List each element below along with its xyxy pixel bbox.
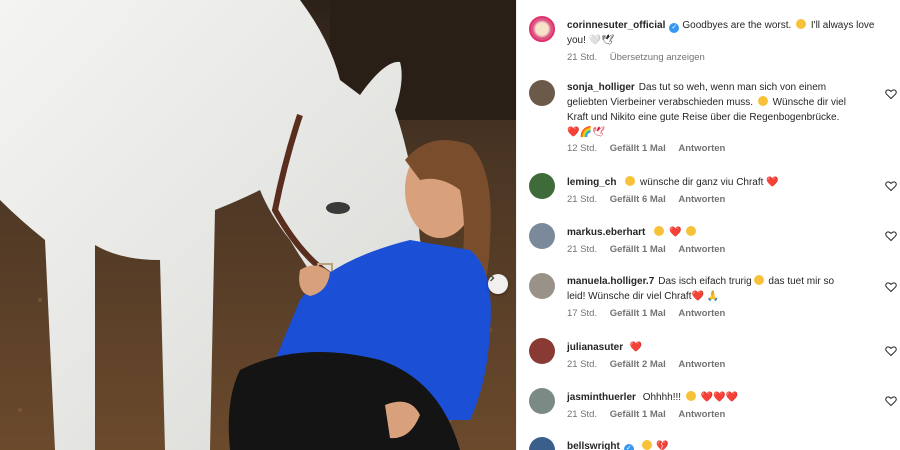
emoji-icon [641,440,652,450]
heart-icon[interactable] [885,88,897,100]
comment-emojis: ❤️🌈🕊 [567,127,605,138]
verified-badge-icon: ✓ [669,23,680,33]
comment-time: 12 Std. [567,143,598,154]
comment-text: Wünsche dir viel [772,97,846,108]
heart-icon[interactable] [885,395,897,407]
sad-face-emoji-icon [796,19,807,29]
reply-button[interactable]: Antworten [678,308,725,319]
comment-text: Kraft und Nikito eine gute Reise über di… [567,112,840,123]
comment-username[interactable]: julianasuter [567,342,623,353]
comment-username[interactable]: bellswright [567,441,620,450]
caption-text: Goodbyes are the worst. [682,20,792,31]
comment-username[interactable]: markus.eberhart [567,227,645,238]
avatar[interactable] [529,338,555,364]
emoji-icon [686,226,697,236]
comment-text: Ohhhh!!! [642,392,682,403]
caption-time: 21 Std. [567,52,598,63]
comment-likes[interactable]: Gefällt 2 Mal [610,359,666,370]
sad-face-emoji-icon [685,391,696,401]
comment-time: 17 Std. [567,308,598,319]
next-media-button[interactable] [488,274,508,294]
comment-text: leid! Wünsche dir viel Chraft❤️ 🙏 [567,291,720,302]
comment-time: 21 Std. [567,244,598,255]
comment-likes[interactable]: Gefällt 6 Mal [610,194,666,205]
comment-username[interactable]: manuela.holliger.7 [567,276,654,287]
avatar[interactable] [529,80,555,106]
avatar[interactable] [529,173,555,199]
comment-username[interactable]: sonja_holliger [567,82,635,93]
comment-text: das tuet mir so [768,276,835,287]
comment-text: ❤️ [668,227,682,238]
translate-link[interactable]: Übersetzung anzeigen [610,52,705,63]
sad-face-emoji-icon [753,275,764,285]
post-media[interactable] [0,0,516,450]
comment-emojis: ❤️❤️❤️ [700,392,738,403]
reply-button[interactable]: Antworten [678,194,725,205]
reply-button[interactable]: Antworten [678,143,725,154]
reply-button[interactable]: Antworten [678,359,725,370]
comment-text: Das isch eifach trurig [658,276,752,287]
comment-text: 💔 [656,441,669,450]
reply-button[interactable]: Antworten [678,409,725,420]
heart-icon[interactable] [885,281,897,293]
comment-text: geliebten Vierbeiner verabschieden muss. [567,97,754,108]
comment-likes[interactable]: Gefällt 1 Mal [610,244,666,255]
comment-text: Das tut so weh, wenn man sich von einem [638,82,827,93]
comment-likes[interactable]: Gefällt 1 Mal [610,143,666,154]
comment-time: 21 Std. [567,409,598,420]
comment-time: 21 Std. [567,359,598,370]
avatar[interactable] [529,223,555,249]
post-photo [0,0,516,450]
heart-icon[interactable] [885,230,897,242]
comment-username[interactable]: jasminthuerler [567,392,636,403]
comment-time: 21 Std. [567,194,598,205]
avatar[interactable] [529,388,555,414]
comment-text: wünsche dir ganz viu Chraft ❤️ [640,177,779,188]
avatar[interactable] [529,273,555,299]
verified-badge-icon: ✓ [623,444,634,450]
chevron-right-icon [490,274,495,282]
emoji-icon [654,226,665,236]
author-avatar[interactable] [529,16,555,42]
reply-button[interactable]: Antworten [678,244,725,255]
sad-face-emoji-icon [757,96,768,106]
comment-text: ❤️ [629,342,643,353]
heart-icon[interactable] [885,345,897,357]
comment-likes[interactable]: Gefällt 1 Mal [610,409,666,420]
emoji-icon [625,176,636,186]
comment-likes[interactable]: Gefällt 1 Mal [610,308,666,319]
avatar[interactable] [529,437,555,450]
author-username[interactable]: corinnesuter_official [567,20,665,31]
comments-panel: corinnesuter_official ✓ Goodbyes are the w… [516,0,900,450]
comment-username[interactable]: leming_ch [567,177,616,188]
heart-icon[interactable] [885,180,897,192]
